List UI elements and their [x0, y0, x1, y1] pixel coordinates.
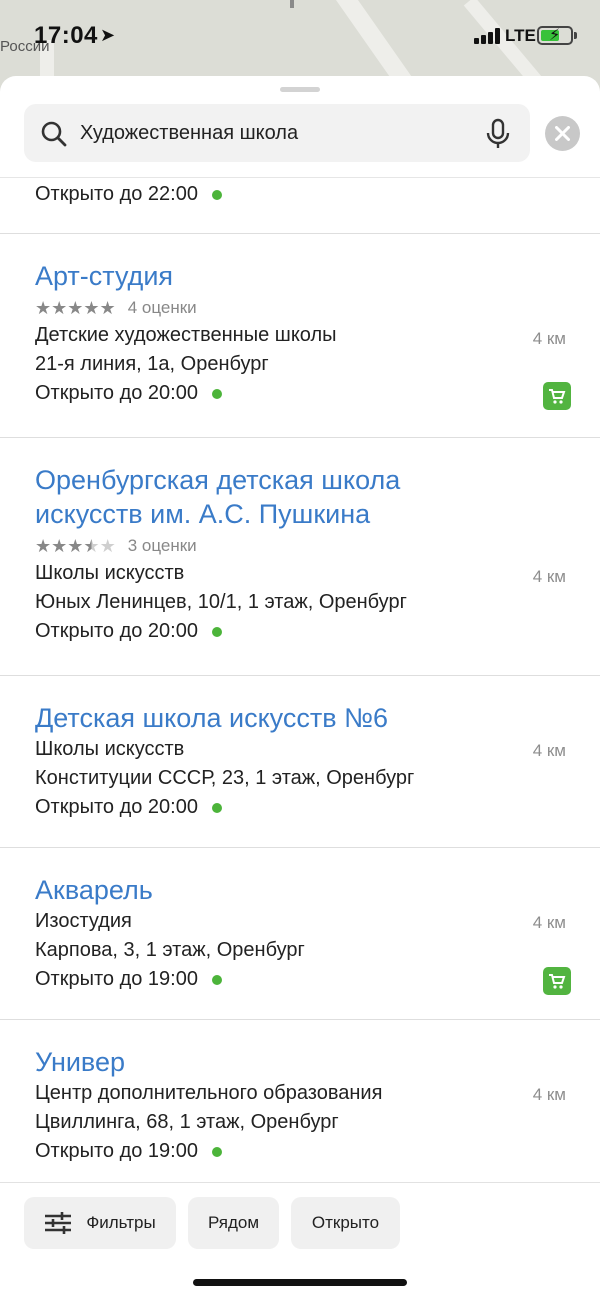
place-address: 21-я линия, 1а, Оренбург	[35, 353, 269, 375]
list-item[interactable]: Арт-студия ★★★★★ 4 оценки Детские художе…	[0, 234, 600, 438]
list-item[interactable]: Акварель Изостудия Карпова, 3, 1 этаж, О…	[0, 848, 600, 1020]
open-hours: Открыто до 20:00	[35, 793, 414, 822]
search-input[interactable]	[80, 104, 480, 162]
open-indicator	[211, 974, 222, 985]
open-now-button[interactable]: Открыто	[291, 1197, 400, 1249]
list-item[interactable]: Открыто до 22:00	[0, 178, 600, 234]
open-indicator	[211, 802, 222, 813]
place-category: Детские художественные школы	[35, 324, 337, 346]
rating-count: 3 оценки	[127, 536, 197, 555]
battery-icon: ⚡	[537, 26, 577, 45]
filter-toolbar: Фильтры Рядом Открыто	[0, 1182, 600, 1297]
distance: 4 км	[532, 567, 566, 586]
rating-count: 4 оценки	[127, 298, 197, 317]
open-indicator	[211, 626, 222, 637]
filters-label: Фильтры	[86, 1213, 156, 1232]
distance: 4 км	[532, 1085, 566, 1104]
rating-stars: ★★★★★	[35, 297, 116, 318]
list-item[interactable]: Детская школа искусств №6 Школы искусств…	[0, 676, 600, 848]
place-name[interactable]: Детская школа искусств №6	[35, 701, 414, 735]
home-indicator	[193, 1279, 407, 1286]
results-sheet: Открыто до 22:00 Арт-студия ★★★★★ 4 оцен…	[0, 76, 600, 1297]
rating: ★★★★★ 4 оценки	[35, 295, 337, 321]
sheet-grabber[interactable]	[280, 87, 320, 92]
status-bar: 17:04 ➤ LTE ⚡	[0, 0, 600, 72]
place-address: Конституции СССР, 23, 1 этаж, Оренбург	[35, 767, 415, 789]
place-name[interactable]: Оренбургская детская школа искусств им. …	[35, 463, 407, 531]
open-indicator	[211, 1146, 222, 1157]
place-category: Школы искусств	[35, 562, 185, 584]
place-category: Центр дополнительного образования	[35, 1082, 383, 1104]
microphone-icon[interactable]	[484, 118, 512, 150]
rating: ★★★★★ 3 оценки	[35, 533, 407, 559]
place-address: Цвиллинга, 68, 1 этаж, Оренбург	[35, 1111, 339, 1133]
close-icon[interactable]	[545, 116, 580, 151]
open-hours-text: Открыто до 19:00	[35, 1140, 198, 1162]
place-category: Изостудия	[35, 910, 132, 932]
list-item[interactable]: Универ Центр дополнительного образования…	[0, 1020, 600, 1182]
open-hours-text: Открыто до 22:00	[35, 183, 198, 205]
distance: 4 км	[532, 329, 566, 348]
search-icon	[41, 121, 67, 147]
place-address: Юных Ленинцев, 10/1, 1 этаж, Оренбург	[35, 591, 407, 613]
distance: 4 км	[532, 913, 566, 932]
open-hours: Открыто до 19:00	[35, 1137, 382, 1166]
cart-icon[interactable]	[543, 382, 571, 410]
place-name-line: Оренбургская детская школа	[35, 465, 401, 495]
filters-icon	[45, 1212, 72, 1234]
place-address: Карпова, 3, 1 этаж, Оренбург	[35, 939, 305, 961]
open-hours-text: Открыто до 20:00	[35, 382, 198, 404]
rating-stars: ★★★★★	[35, 535, 116, 556]
place-name[interactable]: Универ	[35, 1045, 382, 1079]
network-type: LTE	[505, 26, 536, 45]
cart-icon[interactable]	[543, 967, 571, 995]
open-indicator	[211, 189, 222, 200]
open-hours-text: Открыто до 20:00	[35, 796, 198, 818]
results-list[interactable]: Открыто до 22:00 Арт-студия ★★★★★ 4 оцен…	[0, 177, 600, 1182]
open-hours-text: Открыто до 20:00	[35, 620, 198, 642]
place-name[interactable]: Арт-студия	[35, 259, 337, 293]
place-name-line: искусств им. А.С. Пушкина	[35, 499, 371, 529]
filters-button[interactable]: Фильтры	[24, 1197, 176, 1249]
open-hours: Открыто до 20:00	[35, 617, 407, 646]
place-name[interactable]: Акварель	[35, 873, 305, 907]
open-hours: Открыто до 19:00	[35, 965, 305, 994]
open-hours-text: Открыто до 19:00	[35, 968, 198, 990]
search-bar[interactable]	[24, 104, 530, 162]
place-category: Школы искусств	[35, 738, 185, 760]
open-hours: Открыто до 22:00	[35, 180, 222, 209]
distance: 4 км	[532, 741, 566, 760]
nearby-button[interactable]: Рядом	[188, 1197, 279, 1249]
signal-icon	[474, 28, 500, 44]
open-hours: Открыто до 20:00	[35, 379, 337, 408]
location-arrow-icon: ➤	[100, 25, 116, 45]
open-indicator	[211, 388, 222, 399]
status-time: 17:04	[34, 22, 98, 49]
list-item[interactable]: Оренбургская детская школа искусств им. …	[0, 438, 600, 676]
